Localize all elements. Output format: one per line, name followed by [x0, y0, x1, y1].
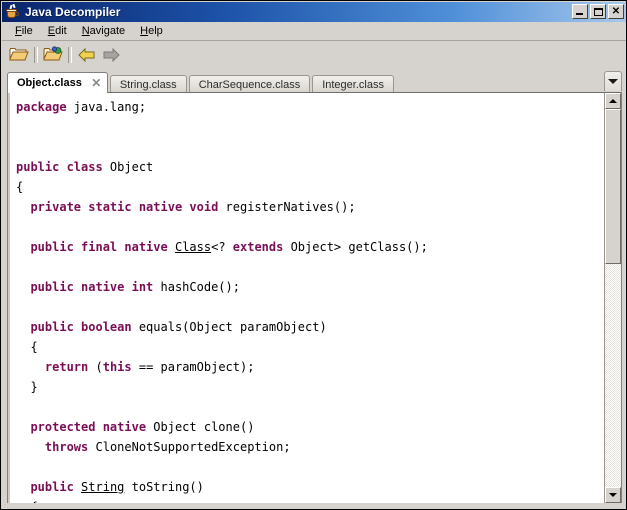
menu-item-help[interactable]: Help: [133, 23, 171, 39]
code-token-lnk[interactable]: String: [81, 480, 124, 494]
code-token-kw: public native int: [30, 280, 154, 294]
window-bottom-edge: [2, 503, 626, 508]
maximize-button[interactable]: [590, 4, 606, 19]
tab-object-class[interactable]: Object.class ✕: [7, 72, 108, 93]
toolbar-separator-2: [68, 47, 72, 63]
window-controls: ✕: [572, 4, 624, 19]
menu-item-file[interactable]: File: [8, 23, 41, 39]
menu-item-navigate[interactable]: Navigate: [75, 23, 133, 39]
close-button[interactable]: ✕: [608, 4, 624, 19]
java-cup-icon: [5, 3, 21, 20]
open-type-icon: [43, 46, 63, 61]
vertical-scrollbar[interactable]: [604, 93, 621, 503]
code-token-kw: public boolean: [30, 320, 132, 334]
arrow-down-icon: [609, 493, 617, 497]
back-arrow-icon: [78, 48, 95, 62]
menu-item-edit[interactable]: Edit: [41, 23, 75, 39]
code-token-kw: extends: [232, 240, 284, 254]
chevron-down-icon: [608, 79, 618, 84]
back-button[interactable]: [75, 44, 99, 66]
source-editor-panel: package java.lang; public class Object {…: [7, 92, 622, 504]
forward-arrow-icon: [103, 48, 120, 62]
code-token-kw: throws: [44, 440, 89, 454]
code-token-kw: private static native void: [30, 200, 219, 214]
tab-close-icon[interactable]: ✕: [90, 77, 103, 90]
source-code-area[interactable]: package java.lang; public class Object {…: [8, 93, 604, 503]
scrollbar-track[interactable]: [605, 109, 621, 487]
arrow-up-icon: [609, 99, 617, 103]
open-type-button[interactable]: [41, 44, 65, 66]
tab-strip: Object.class ✕ String.class CharSequence…: [7, 71, 622, 94]
scroll-down-button[interactable]: [605, 487, 621, 503]
scroll-up-button[interactable]: [605, 93, 621, 109]
toolbar-separator-1: [34, 47, 38, 63]
toolbar: [2, 42, 626, 68]
code-token-kw: public class: [16, 160, 103, 174]
code-token-kw: package: [16, 100, 67, 114]
tab-label: CharSequence.class: [198, 79, 301, 91]
open-file-button[interactable]: [7, 44, 31, 66]
tab-label: String.class: [119, 79, 177, 91]
title-bar[interactable]: Java Decompiler ✕: [2, 2, 626, 22]
java-decompiler-window: Java Decompiler ✕ File Edit Navigate Hel…: [0, 0, 627, 510]
menu-bar: File Edit Navigate Help: [2, 22, 626, 41]
code-token-kw: return: [44, 360, 89, 374]
forward-button: [99, 44, 123, 66]
minimize-button[interactable]: [572, 4, 588, 19]
tab-label: Object.class: [17, 77, 82, 89]
scrollbar-thumb[interactable]: [605, 109, 621, 264]
tab-label: Integer.class: [322, 79, 384, 91]
code-token-kw: this: [102, 360, 132, 374]
code-token-kw: public final native: [30, 240, 168, 254]
window-title: Java Decompiler: [25, 5, 121, 19]
code-token-kw: protected native: [30, 420, 147, 434]
code-token-lnk[interactable]: Class: [175, 240, 211, 254]
open-file-icon: [9, 48, 29, 61]
tab-overflow-button[interactable]: [604, 71, 622, 91]
source-code-text: package java.lang; public class Object {…: [16, 100, 428, 503]
code-token-kw: public: [30, 480, 74, 494]
